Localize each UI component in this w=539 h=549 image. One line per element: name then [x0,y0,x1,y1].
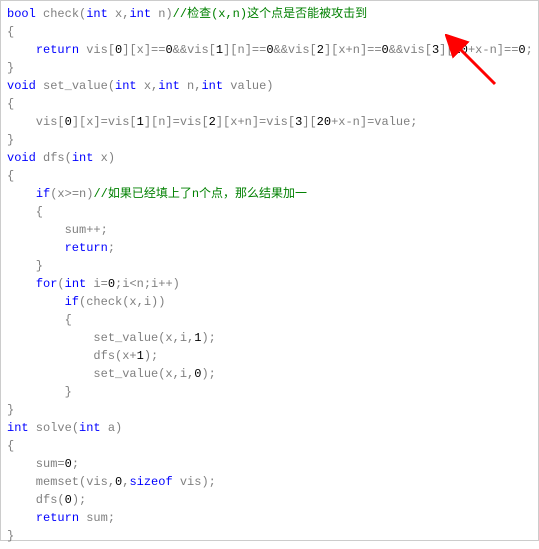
code-block: bool check(int x,int n)//检查(x,n)这个点是否能被攻… [1,1,538,549]
